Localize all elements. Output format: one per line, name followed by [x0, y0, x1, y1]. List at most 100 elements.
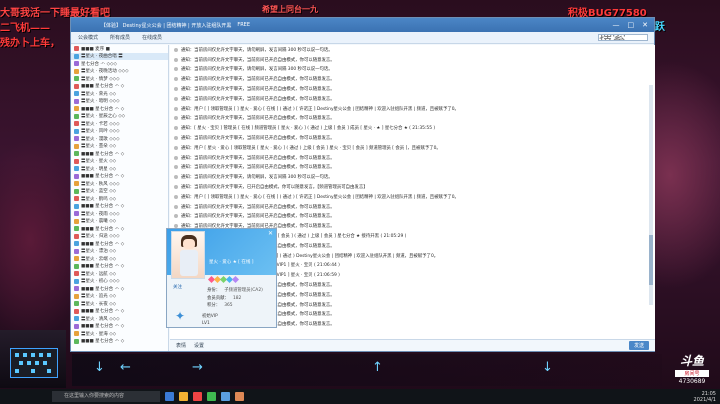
channel-list-item[interactable]: ■■■ 星七分合 ·ᵛ· ◇ [71, 338, 168, 346]
channel-list-item[interactable]: 〓星火 · 鹤鸣 ◇◇ [71, 195, 168, 203]
user-avatar-icon [74, 278, 79, 284]
info-key: 积分： [207, 303, 221, 308]
emoji-button[interactable]: 表情 [176, 342, 186, 349]
channel-list-item[interactable]: 〓星火 · 情梦 ◇◇◇ [71, 75, 168, 83]
search-input[interactable] [598, 34, 648, 41]
minimize-button[interactable]: — [613, 21, 620, 29]
app-icon[interactable] [235, 392, 244, 401]
channel-list-item[interactable]: 〓星火 · 蓝空 ◇◇ [71, 188, 168, 196]
user-avatar-icon [74, 113, 79, 119]
channel-list-item[interactable]: 星七分合 ·ᵛ· ◇◇◇ [71, 60, 168, 68]
channel-list-item[interactable]: 〓星火 · 归途 ◇◇◇ [71, 233, 168, 241]
chat-window: 【体验】 Destiny星火公会 | 团结精神 | 开放入驻组队开黑 FREE … [70, 17, 655, 352]
system-tray-clock[interactable]: 21:05 2021/4/1 [694, 391, 720, 403]
tab-online-members[interactable]: 在线成员 [139, 34, 165, 41]
channel-list-item[interactable]: ■■■ 星七分合 ·ᵛ· ◇ [71, 263, 168, 271]
scrollbar-thumb[interactable] [649, 235, 653, 285]
channel-list-item[interactable]: 〓星火 · 暗明 ◇◇◇ [71, 98, 168, 106]
channel-list-item[interactable]: 〓星火 · 初心 ◇◇◇ [71, 278, 168, 286]
channel-list-item[interactable]: ■■■ 星七分合 ·ᵛ· ◇ [71, 150, 168, 158]
task-view-icon[interactable] [165, 392, 174, 401]
scrollbar[interactable] [649, 85, 653, 305]
channel-list-item[interactable]: 〓星火 · 追光 ◇◇ [71, 293, 168, 301]
channel-list-item[interactable]: ■■■ 星七分合 ·ᵛ· ◇ [71, 203, 168, 211]
chat-message: 通知：当前房间仅允许文字聊天，当前房间已开启自由模式，你可以随意发言。 [170, 94, 655, 104]
user-avatar-icon [74, 158, 79, 164]
send-button[interactable]: 发送 [628, 341, 649, 350]
chat-message-text: 通知：当前房间仅允许文字聊天，当前房间已开启自由模式，你可以随意发言。 [181, 96, 335, 102]
arrow-down-icon: ↓ [542, 360, 553, 375]
channel-list-item[interactable]: ■■■ 星七分合 ·ᵛ· ◇ [71, 285, 168, 293]
channel-list-item[interactable]: 〓星火 · 卡若 ◇◇◇ [71, 120, 168, 128]
channel-list-item[interactable]: ■■■ 星七分合 ·ᵛ· ◇ [71, 105, 168, 113]
channel-list-item[interactable]: 〓星火 · 芸朵 ◇◇ [71, 143, 168, 151]
user-avatar-icon [74, 61, 79, 67]
channel-list-item[interactable]: 〓星火 · 晨曦 ◇◇ [71, 218, 168, 226]
tab-guild-mode[interactable]: 公会模式 [75, 34, 101, 41]
channel-list-item[interactable]: 〓星火 · 云端 ◇◇ [71, 255, 168, 263]
channel-item-label: 〓星火 · 长夜 ◇◇ [81, 301, 117, 307]
channel-list-item[interactable]: 〓星火 · 漫歌 ◇◇◇ [71, 135, 168, 143]
channel-list-item[interactable]: 〓星火 · 长夜 ◇◇ [71, 300, 168, 308]
channel-item-label: 〓星火 · 情梦 ◇◇◇ [81, 76, 120, 82]
channel-list-item[interactable]: 〓星火 · 风吟 ◇◇◇ [71, 128, 168, 136]
channel-item-label: 〓星火 · 初心 ◇◇◇ [81, 279, 120, 285]
avatar[interactable] [171, 231, 205, 279]
profile-nickname: 星火 · 爱心 ★ [ 在线 ] [209, 260, 254, 265]
channel-item-label: ■■■ 星七分合 ·ᵛ· ◇ [81, 286, 125, 292]
user-avatar-icon [74, 233, 79, 239]
channel-list-item[interactable]: ■■■ 星七分合 ·ᵛ· ◇ [71, 323, 168, 331]
browser-icon[interactable] [193, 392, 202, 401]
window-title: 【体验】 Destiny星火公会 | 团结精神 | 开放入驻组队开黑 [101, 22, 232, 29]
gem-icon [231, 275, 240, 284]
channel-list-item[interactable]: 〓星火 · 星辰之心 ◇◇ [71, 113, 168, 121]
user-avatar-icon [74, 68, 79, 74]
user-avatar-icon [74, 173, 79, 179]
notice-icon [174, 67, 178, 72]
danmaku-line-3: 残办卜上车， [0, 38, 60, 49]
channel-item-label: 〓星火 · 秋风 ◇◇◇ [81, 181, 120, 187]
notice-icon [174, 106, 178, 111]
channel-list-item[interactable]: ■■■ 星七分合 ·ᵛ· ◇ [71, 83, 168, 91]
window-titlebar[interactable]: 【体验】 Destiny星火公会 | 团结精神 | 开放入驻组队开黑 FREE … [71, 18, 654, 32]
taskbar-search[interactable]: 在这里输入你要搜索的内容 [52, 391, 160, 402]
channel-list-item[interactable]: 〓星火 · 夜曲合唱 〓 [71, 52, 168, 60]
channel-item-label: 〓星火 · 蓝空 ◇◇ [81, 189, 117, 195]
channel-list-item[interactable]: ■■■ 星七分合 ·ᵛ· ◇ [71, 308, 168, 316]
channel-list-item[interactable]: ■■■ 星七分合 ·ᵛ· ◇ [71, 225, 168, 233]
channel-list-item[interactable]: 〓星火 · 夜晚活动 ◇◇◇ [71, 68, 168, 76]
channel-list-item[interactable]: 〓星火 · 星海 ◇◇ [71, 330, 168, 338]
channel-list-item[interactable]: 〓星火 · 夜雨 ◇◇◇ [71, 210, 168, 218]
channel-list-item[interactable]: 〓星火 · 远航 ◇◇ [71, 270, 168, 278]
user-avatar-icon [74, 256, 79, 262]
profile-close-button[interactable]: ✕ [268, 230, 273, 237]
channel-list-item[interactable]: 〓星火 · 漂泊 ◇◇ [71, 248, 168, 256]
notice-icon [174, 155, 178, 160]
channel-list-item[interactable]: ■■■ 星七分合 ·ᵛ· ◇ [71, 173, 168, 181]
app-icon[interactable] [207, 392, 216, 401]
folder-icon[interactable] [179, 392, 188, 401]
channel-item-label: 〓星火 · 夜曲合唱 〓 [81, 54, 123, 60]
notice-icon [174, 214, 178, 219]
chat-message-text: 通知：当前房间仅允许文字聊天，当前房间已开启自由模式，你可以随意发言。 [181, 155, 335, 161]
channel-list-item[interactable]: 〓星火 · 荣光 ◇◇ [71, 90, 168, 98]
user-avatar-icon [74, 301, 79, 307]
app-icon[interactable] [221, 392, 230, 401]
settings-button[interactable]: 设置 [194, 342, 204, 349]
follow-button[interactable]: 关注 [173, 284, 182, 290]
channel-list-item[interactable]: 〓星火 · 明星 ◇◇ [71, 165, 168, 173]
chat-message: 通知：当前房间仅允许文字聊天，请勿刷屏，发言间隔 300 秒可以说一句话。 [170, 45, 655, 55]
channel-list-item[interactable]: 〓星火 · 星火 ◇◇ [71, 158, 168, 166]
channel-list-item[interactable]: 〓星火 · 秋风 ◇◇◇ [71, 180, 168, 188]
tab-all-members[interactable]: 所有成员 [107, 34, 133, 41]
channel-list-item[interactable]: ■■■ 星七分合 ·ᵛ· ◇ [71, 240, 168, 248]
channel-item-label: ■■■ 星七分合 ·ᵛ· ◇ [81, 309, 125, 315]
channel-list-item[interactable]: 〓星火 · 清风 ◇◇◇ [71, 315, 168, 323]
maximize-button[interactable]: □ [628, 21, 635, 29]
channel-item-label: 〓星火 · 云端 ◇◇ [81, 256, 117, 262]
chat-message-text: 通知：当前房间仅允许文字聊天，请勿刷屏，发言间隔 300 秒可以说一句话。 [181, 175, 333, 181]
close-button[interactable]: ✕ [642, 21, 648, 29]
chat-message: 通知：当前房间仅允许文字聊天，请勿刷屏，发言间隔 300 秒可以说一句话。 [170, 65, 655, 75]
douyu-watermark: 斗鱼 房间号 4730689 [667, 352, 717, 390]
channel-list-item[interactable]: ■■■ 麦序 ■ [71, 45, 168, 53]
